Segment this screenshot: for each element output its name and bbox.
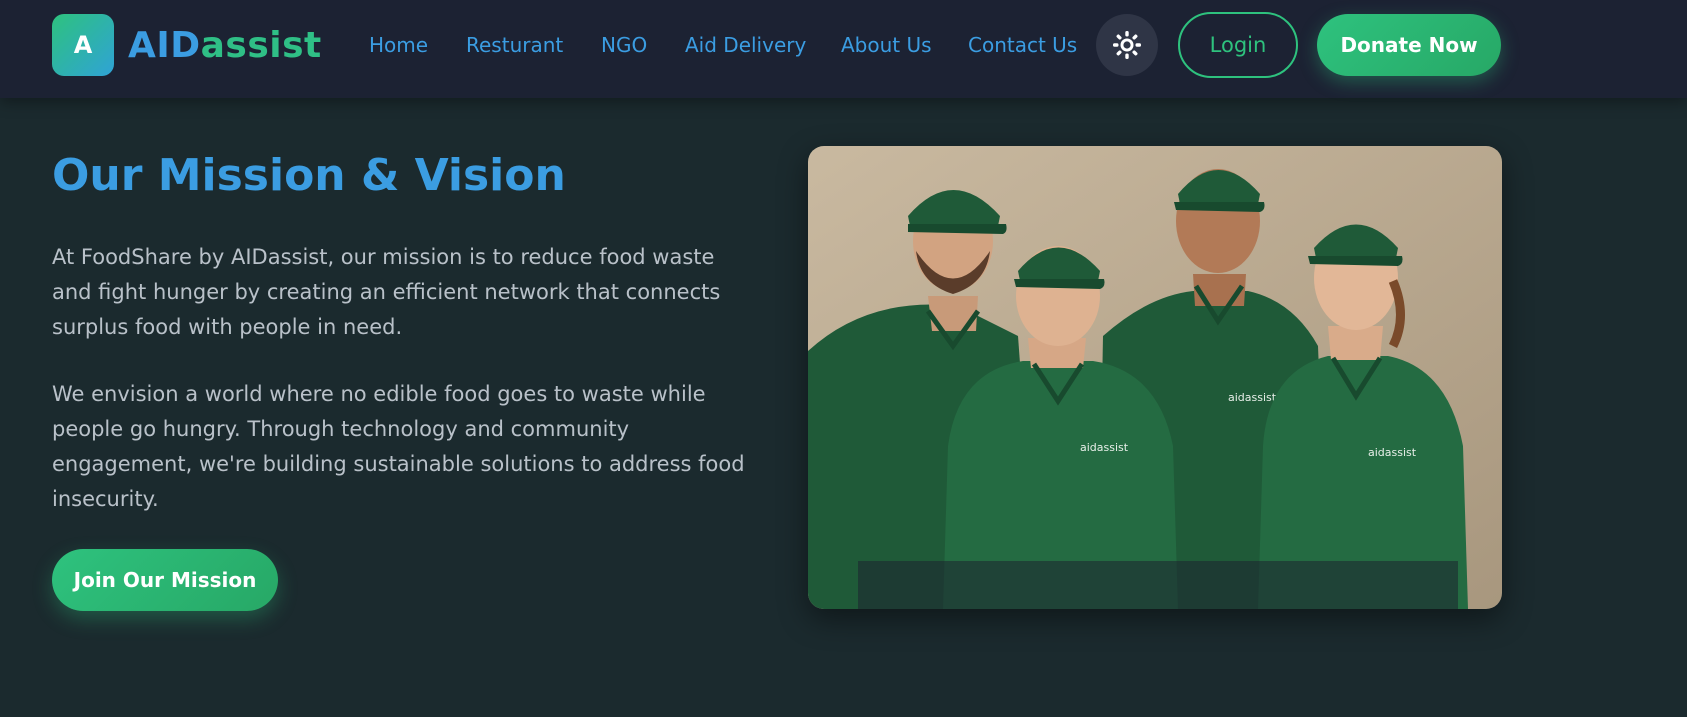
sun-icon — [1113, 31, 1141, 59]
nav-aid-delivery[interactable]: Aid Delivery — [685, 31, 806, 59]
brand-name[interactable]: AID assist — [128, 20, 322, 70]
login-button[interactable]: Login — [1178, 12, 1298, 78]
vision-paragraph: We envision a world where no edible food… — [52, 382, 745, 511]
nav-about-us[interactable]: About Us — [841, 31, 932, 59]
join-mission-button[interactable]: Join Our Mission — [52, 549, 278, 611]
brand-name-part1: AID — [128, 24, 201, 66]
theme-toggle-button[interactable] — [1096, 14, 1158, 76]
section-title: Our Mission & Vision — [52, 150, 566, 201]
logo-icon[interactable]: A — [52, 14, 114, 76]
shirt-logo-text: aidassist — [1368, 446, 1417, 459]
logo-letter: A — [73, 31, 93, 59]
team-photo: aidassist aidassist aidassist — [808, 146, 1502, 609]
nav-restaurant[interactable]: Resturant — [466, 31, 563, 59]
nav-ngo[interactable]: NGO — [601, 31, 647, 59]
nav-contact-us[interactable]: Contact Us — [968, 31, 1077, 59]
brand-name-part2: assist — [200, 24, 322, 66]
mission-paragraph: At FoodShare by AIDassist, our mission i… — [52, 245, 721, 339]
donate-now-button[interactable]: Donate Now — [1317, 14, 1501, 76]
team-photo-illustration: aidassist aidassist aidassist — [808, 146, 1502, 609]
nav-home[interactable]: Home — [369, 31, 428, 59]
shirt-logo-text: aidassist — [1228, 391, 1277, 404]
top-navbar: A AID assist Home Resturant NGO Aid Deliv… — [0, 0, 1687, 98]
shirt-logo-text: aidassist — [1080, 441, 1129, 454]
